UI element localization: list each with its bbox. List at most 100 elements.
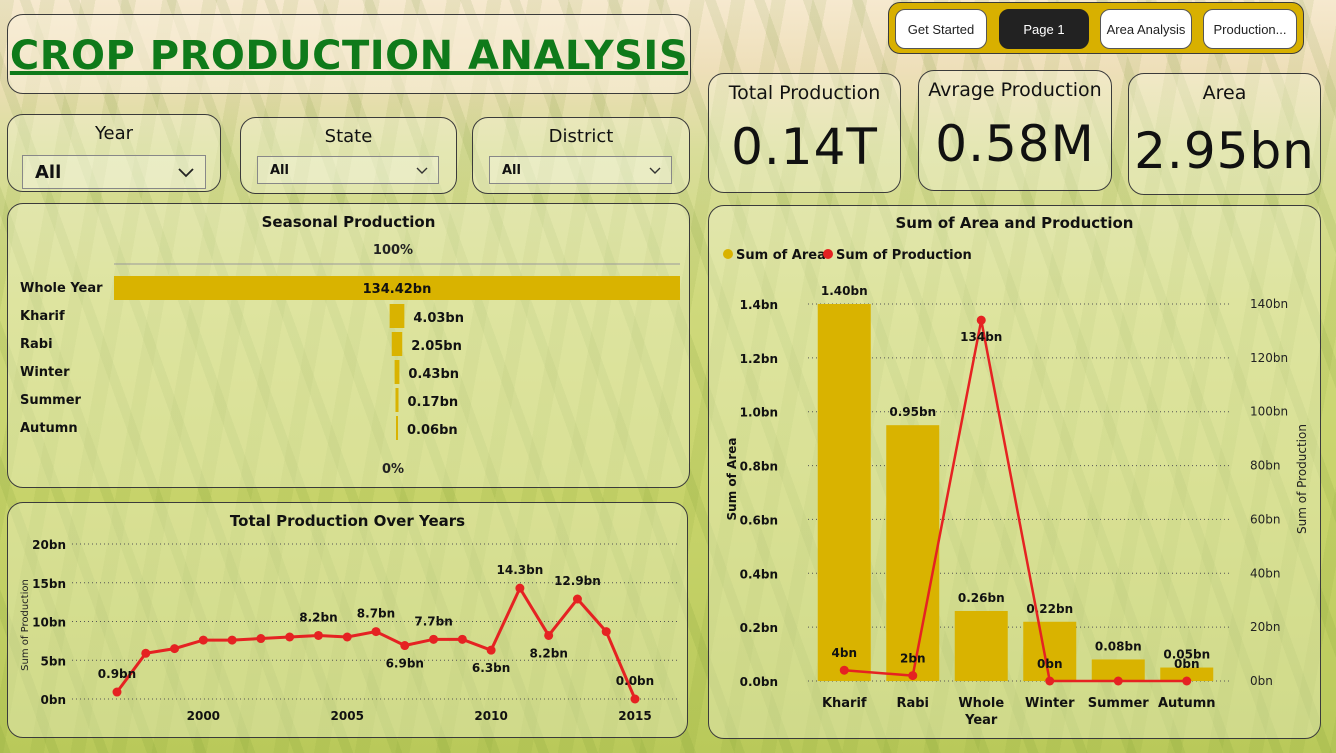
combo-area-bar <box>954 610 1008 681</box>
combo-right-y-tick: 0bn <box>1250 674 1273 688</box>
combo-left-y-tick: 1.4bn <box>740 298 778 312</box>
seasonal-data-label: 134.42bn <box>363 282 432 297</box>
combo-area-bar <box>817 304 871 681</box>
years-data-point <box>429 634 439 644</box>
seasonal-bar <box>391 332 403 356</box>
combo-production-point <box>976 315 986 325</box>
years-data-label: 8.2bn <box>529 646 567 660</box>
combo-left-y-tick: 0.2bn <box>740 621 778 635</box>
combo-left-y-tick: 0.0bn <box>740 675 778 689</box>
combo-x-tick: Kharif <box>822 696 867 711</box>
seasonal-bar <box>389 304 405 328</box>
seasonal-top-label: 100% <box>373 243 413 258</box>
combo-x-tick: Summer <box>1088 696 1150 711</box>
combo-production-point <box>1182 676 1192 686</box>
years-data-point <box>313 630 323 640</box>
combo-production-point <box>1113 676 1123 686</box>
district-dropdown[interactable]: All <box>489 156 672 184</box>
years-data-label: 7.7bn <box>414 614 452 628</box>
seasonal-bar <box>395 388 399 412</box>
years-data-label: 14.3bn <box>497 563 544 577</box>
kpi-total-production-value: 0.14T <box>731 118 878 176</box>
years-data-point <box>457 634 467 644</box>
years-y-tick: 0bn <box>41 693 66 707</box>
years-y-tick: 5bn <box>41 654 66 668</box>
seasonal-bottom-label: 0% <box>382 462 404 477</box>
combo-area-data-label: 1.40bn <box>821 284 868 298</box>
years-data-point <box>256 634 266 644</box>
legend-area-label: Sum of Area <box>736 248 826 263</box>
chevron-down-icon <box>178 168 194 178</box>
years-data-point <box>342 632 352 642</box>
years-data-point <box>285 632 295 642</box>
combo-area-bar <box>1023 621 1077 681</box>
combo-right-y-tick: 80bn <box>1250 459 1281 473</box>
nav-page-1-button[interactable]: Page 1 <box>999 9 1089 49</box>
kpi-area-label: Area <box>1202 82 1247 104</box>
years-y-axis-label: Sum of Production <box>20 579 31 671</box>
combo-x-tick: Year <box>964 713 998 728</box>
years-data-point <box>630 694 640 704</box>
years-data-point <box>112 687 122 697</box>
kpi-area: Area 2.95bn <box>1128 73 1321 195</box>
years-x-tick: 2000 <box>187 709 220 723</box>
combo-area-data-label: 0.95bn <box>889 405 936 419</box>
years-data-point <box>198 635 208 645</box>
year-slicer-label: Year <box>94 123 134 144</box>
seasonal-data-label: 2.05bn <box>411 339 462 354</box>
years-data-label: 8.2bn <box>299 610 337 624</box>
combo-production-point <box>908 671 918 681</box>
chevron-down-icon <box>649 167 661 174</box>
combo-production-data-label: 2bn <box>900 652 925 666</box>
years-y-tick: 10bn <box>32 616 66 630</box>
year-dropdown[interactable]: All <box>22 155 206 189</box>
chevron-down-icon <box>416 167 428 174</box>
district-dropdown-value: All <box>502 163 521 178</box>
seasonal-bar <box>394 360 400 384</box>
nav-area-analysis-button[interactable]: Area Analysis <box>1100 9 1192 49</box>
years-data-label: 6.9bn <box>386 657 424 671</box>
combo-area-data-label: 0.26bn <box>958 591 1005 605</box>
combo-right-y-tick: 140bn <box>1250 297 1288 311</box>
area-production-chart: Sum of Area Sum of Production 0.0bn 0.2bn 0.… <box>723 248 1309 728</box>
production-over-years-chart: 0bn 5bn 10bn 15bn 20bn 2000 2005 2010 2015 Sum of… <box>20 538 680 723</box>
kpi-total-production: Total Production 0.14T <box>708 73 901 193</box>
year-dropdown-value: All <box>35 162 62 183</box>
title-card: CROP PRODUCTION ANALYSIS <box>7 14 691 94</box>
combo-area-data-label: 0.22bn <box>1026 602 1073 616</box>
years-data-point <box>170 644 180 654</box>
combo-x-tick: Autumn <box>1158 696 1216 711</box>
combo-x-tick: Rabi <box>896 696 929 711</box>
combo-production-point <box>1045 676 1055 686</box>
years-data-label: 8.7bn <box>357 607 395 621</box>
combo-production-point <box>839 665 849 675</box>
years-x-tick: 2015 <box>618 709 651 723</box>
years-data-point <box>486 645 496 655</box>
production-over-years-card: Total Production Over Years 0bn 5bn 10bn 15… <box>7 502 688 738</box>
years-data-point <box>515 583 525 593</box>
combo-left-y-tick: 0.6bn <box>740 513 778 527</box>
combo-left-y-tick: 0.4bn <box>740 567 778 581</box>
district-slicer-label: District <box>548 126 614 147</box>
legend-production-label: Sum of Production <box>836 248 972 263</box>
years-data-point <box>141 648 151 658</box>
state-dropdown[interactable]: All <box>257 156 439 184</box>
seasonal-data-label: 0.17bn <box>408 395 459 410</box>
combo-left-y-axis-label: Sum of Area <box>725 438 739 521</box>
page-navigator: Get Started Page 1 Area Analysis Product… <box>888 2 1304 54</box>
legend-production-marker <box>823 249 833 259</box>
kpi-average-production-value: 0.58M <box>935 115 1095 173</box>
seasonal-category-label: Whole Year <box>20 281 103 296</box>
nav-production-button[interactable]: Production... <box>1203 9 1297 49</box>
state-slicer-label: State <box>324 126 373 147</box>
state-dropdown-value: All <box>270 163 289 178</box>
kpi-average-production-label: Avrage Production <box>928 79 1102 101</box>
years-data-label: 0.9bn <box>98 667 136 681</box>
combo-right-y-tick: 20bn <box>1250 620 1281 634</box>
page-title: CROP PRODUCTION ANALYSIS <box>9 33 689 79</box>
combo-area-data-label: 0.08bn <box>1095 639 1142 653</box>
nav-get-started-button[interactable]: Get Started <box>895 9 987 49</box>
seasonal-production-chart: 100% 0% Whole Year 134.42bn Kharif 4.03bn Rabi… <box>20 243 680 477</box>
kpi-area-value: 2.95bn <box>1134 122 1315 180</box>
kpi-average-production: Avrage Production 0.58M <box>918 70 1112 191</box>
